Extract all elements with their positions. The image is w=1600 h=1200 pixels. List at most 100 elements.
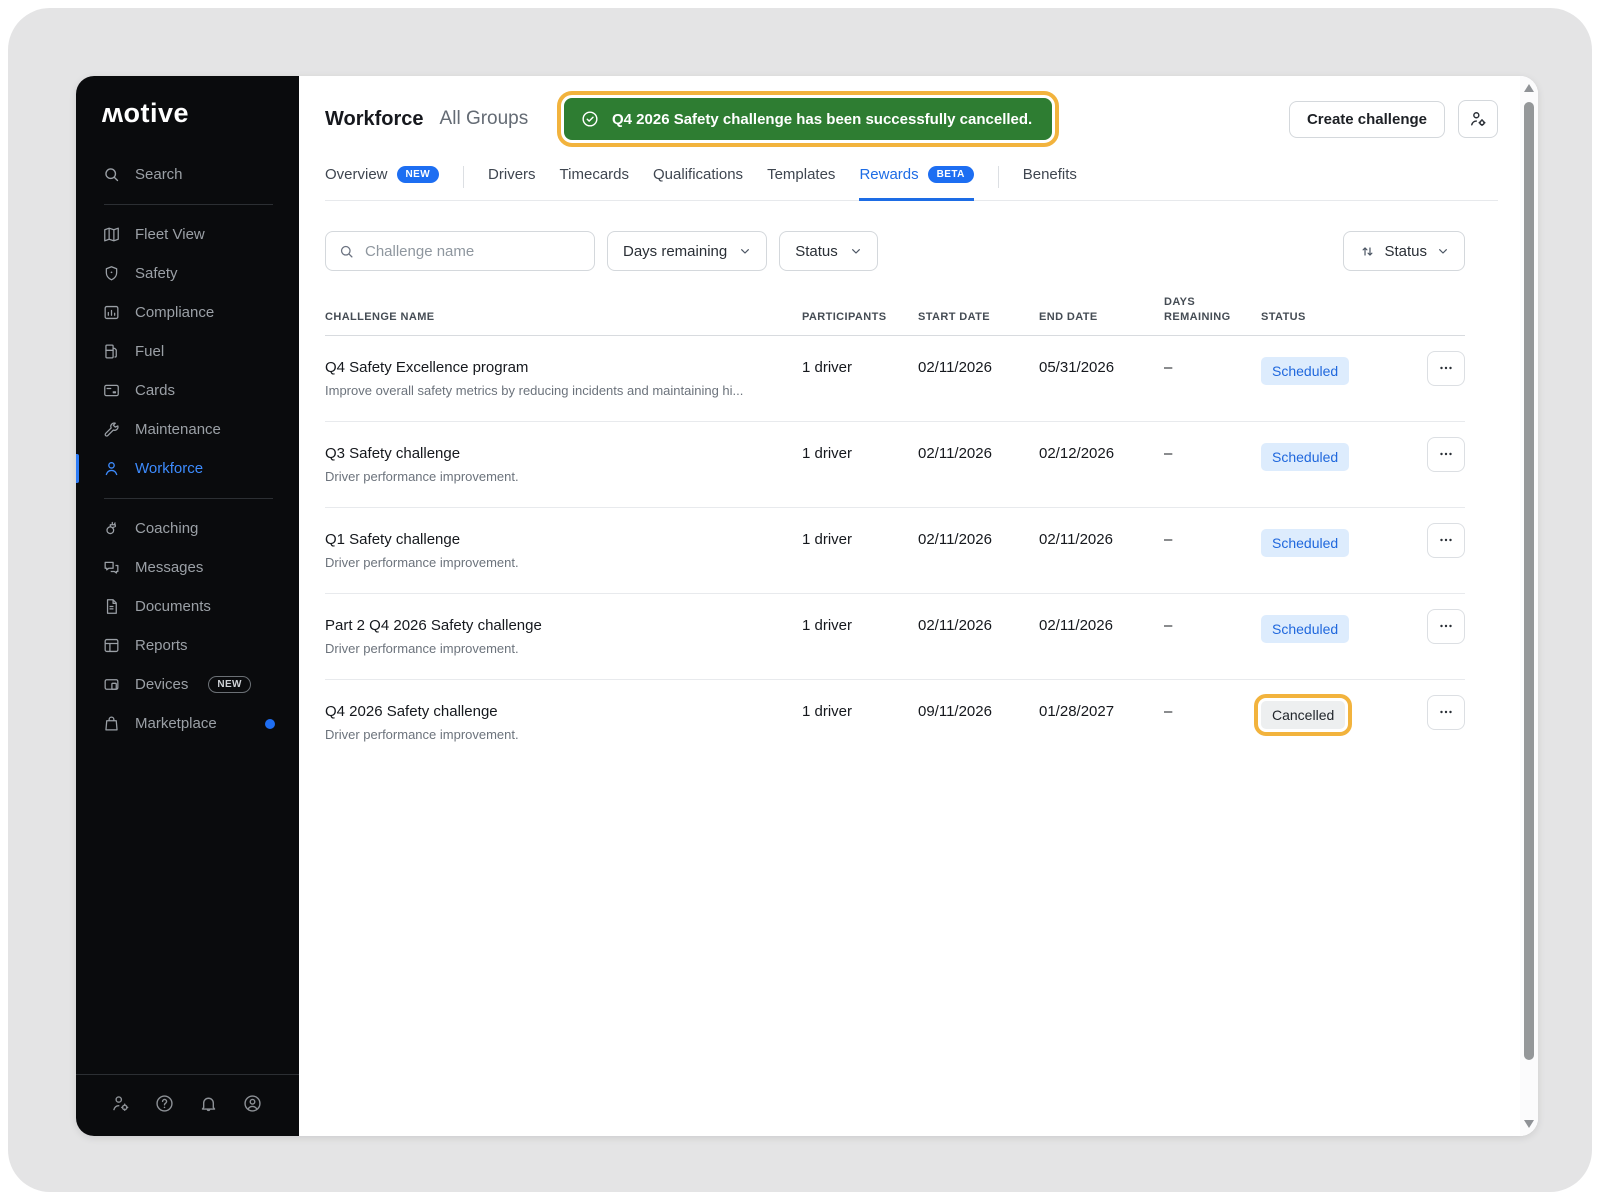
table-row[interactable]: Q4 2026 Safety challenge Driver performa… xyxy=(325,680,1465,765)
sidebar-item-messages[interactable]: Messages xyxy=(76,548,299,587)
sidebar-item-label: Maintenance xyxy=(135,421,221,438)
sidebar-item-label: Documents xyxy=(135,598,211,615)
tab-overview[interactable]: Overview NEW xyxy=(325,166,440,201)
challenge-name-cell: Q1 Safety challenge Driver performance i… xyxy=(325,529,802,570)
sidebar-item-label: Marketplace xyxy=(135,715,217,732)
days-remaining-filter[interactable]: Days remaining xyxy=(607,231,768,271)
status-badge-wrap: Scheduled xyxy=(1254,350,1356,392)
table-body: Q4 Safety Excellence program Improve ove… xyxy=(325,336,1465,765)
tab-label: Templates xyxy=(767,166,836,183)
table-header-row: CHALLENGE NAME PARTICIPANTS START DATE E… xyxy=(325,295,1465,336)
user-settings-button[interactable] xyxy=(1458,100,1498,138)
new-badge: NEW xyxy=(396,166,440,183)
end-date-cell: 02/12/2026 xyxy=(1039,444,1115,462)
sidebar-item-fuel[interactable]: Fuel xyxy=(76,332,299,371)
sort-by-control[interactable]: Status xyxy=(1343,231,1465,271)
row-actions-button[interactable] xyxy=(1427,436,1465,472)
sidebar-item-label: Compliance xyxy=(135,304,215,321)
challenge-search-input[interactable] xyxy=(365,242,582,260)
status-badge: Scheduled xyxy=(1261,356,1350,385)
challenge-search-box[interactable] xyxy=(325,231,595,271)
sidebar-item-label: Coaching xyxy=(135,520,199,537)
challenge-name: Q1 Safety challenge xyxy=(325,530,461,548)
sidebar-item-safety[interactable]: Safety xyxy=(76,254,299,293)
tab-divider xyxy=(997,166,999,188)
tab-templates[interactable]: Templates xyxy=(767,166,835,201)
status-cell: Cancelled xyxy=(1254,693,1415,736)
sidebar-item-documents[interactable]: Documents xyxy=(76,587,299,626)
chat-icon xyxy=(104,561,119,574)
status-badge-wrap: Scheduled xyxy=(1254,436,1356,478)
end-date-cell: 02/11/2026 xyxy=(1039,616,1113,634)
sidebar-item-workforce[interactable]: Workforce xyxy=(76,449,299,488)
sidebar-item-search[interactable]: Search xyxy=(76,155,299,194)
sidebar-item-devices[interactable]: Devices NEW xyxy=(76,665,299,704)
challenge-name-cell: Q4 Safety Excellence program Improve ove… xyxy=(325,357,802,398)
search-icon xyxy=(105,168,119,182)
sidebar-item-label: Search xyxy=(135,166,183,183)
actions-cell xyxy=(1427,350,1465,386)
status-filter[interactable]: Status xyxy=(779,231,878,271)
sidebar-item-cards[interactable]: Cards xyxy=(76,371,299,410)
screen-frame: ʍotive Search Fleet View Safety Complian… xyxy=(8,8,1592,1192)
tab-qualifications[interactable]: Qualifications xyxy=(653,166,743,201)
group-selector[interactable]: All Groups xyxy=(440,108,529,130)
toast-message: Q4 2026 Safety challenge has been succes… xyxy=(612,110,1033,128)
tab-rewards[interactable]: Rewards BETA xyxy=(859,166,974,201)
table-row[interactable]: Q1 Safety challenge Driver performance i… xyxy=(325,508,1465,594)
challenges-table: CHALLENGE NAME PARTICIPANTS START DATE E… xyxy=(325,295,1465,765)
scroll-down-arrow[interactable] xyxy=(1524,1120,1534,1128)
row-actions-button[interactable] xyxy=(1427,694,1465,730)
app-window: ʍotive Search Fleet View Safety Complian… xyxy=(76,76,1538,1136)
scroll-up-arrow[interactable] xyxy=(1524,84,1534,92)
beta-badge: BETA xyxy=(927,166,974,183)
column-header: CHALLENGE NAME xyxy=(325,310,435,323)
sidebar-item-marketplace[interactable]: Marketplace xyxy=(76,704,299,743)
sidebar-item-compliance[interactable]: Compliance xyxy=(76,293,299,332)
sidebar-item-maintenance[interactable]: Maintenance xyxy=(76,410,299,449)
filter-label: Status xyxy=(795,242,838,260)
actions-cell xyxy=(1427,694,1465,730)
account-icon[interactable] xyxy=(242,1093,263,1114)
challenge-name: Q4 Safety Excellence program xyxy=(325,358,529,376)
scrollbar-thumb[interactable] xyxy=(1524,102,1534,1060)
help-icon[interactable] xyxy=(154,1093,175,1114)
sidebar-item-fleet-view[interactable]: Fleet View xyxy=(76,215,299,254)
chevron-down-icon xyxy=(741,249,750,254)
challenge-name: Part 2 Q4 2026 Safety challenge xyxy=(325,616,542,634)
days-remaining-cell: – xyxy=(1164,530,1173,548)
create-challenge-button[interactable]: Create challenge xyxy=(1288,100,1445,138)
main-content: Workforce All Groups Q4 2026 Safety chal… xyxy=(299,76,1538,1136)
tab-timecards[interactable]: Timecards xyxy=(560,166,629,201)
table-row[interactable]: Q3 Safety challenge Driver performance i… xyxy=(325,422,1465,508)
status-badge: Scheduled xyxy=(1261,442,1350,471)
tab-drivers[interactable]: Drivers xyxy=(488,166,536,201)
start-date-cell: 02/11/2026 xyxy=(918,530,992,548)
sidebar-item-reports[interactable]: Reports xyxy=(76,626,299,665)
tab-benefits[interactable]: Benefits xyxy=(1023,166,1077,201)
tab-divider xyxy=(463,166,465,188)
vertical-scrollbar[interactable] xyxy=(1520,76,1538,1136)
challenge-name: Q4 2026 Safety challenge xyxy=(325,702,498,720)
fuel-pump-icon xyxy=(105,344,117,359)
actions-cell xyxy=(1427,522,1465,558)
status-cell: Scheduled xyxy=(1261,528,1415,564)
column-header: PARTICIPANTS xyxy=(802,310,887,323)
row-actions-button[interactable] xyxy=(1427,608,1465,644)
admin-settings-icon[interactable] xyxy=(110,1093,131,1114)
challenge-name: Q3 Safety challenge xyxy=(325,444,461,462)
tab-bar: Overview NEW Drivers Timecards Qualifica… xyxy=(325,166,1498,201)
bell-icon[interactable] xyxy=(198,1093,219,1114)
table-row[interactable]: Q4 Safety Excellence program Improve ove… xyxy=(325,336,1465,422)
sidebar: ʍotive Search Fleet View Safety Complian… xyxy=(76,76,299,1136)
status-badge-wrap: Scheduled xyxy=(1254,608,1356,650)
tab-label: Rewards xyxy=(859,166,919,183)
sidebar-item-coaching[interactable]: Coaching xyxy=(76,509,299,548)
map-icon xyxy=(104,227,119,242)
challenge-description: Driver performance improvement. xyxy=(325,468,519,484)
search-icon xyxy=(340,245,353,258)
days-remaining-cell: – xyxy=(1164,358,1173,376)
row-actions-button[interactable] xyxy=(1427,522,1465,558)
row-actions-button[interactable] xyxy=(1427,350,1465,386)
table-row[interactable]: Part 2 Q4 2026 Safety challenge Driver p… xyxy=(325,594,1465,680)
